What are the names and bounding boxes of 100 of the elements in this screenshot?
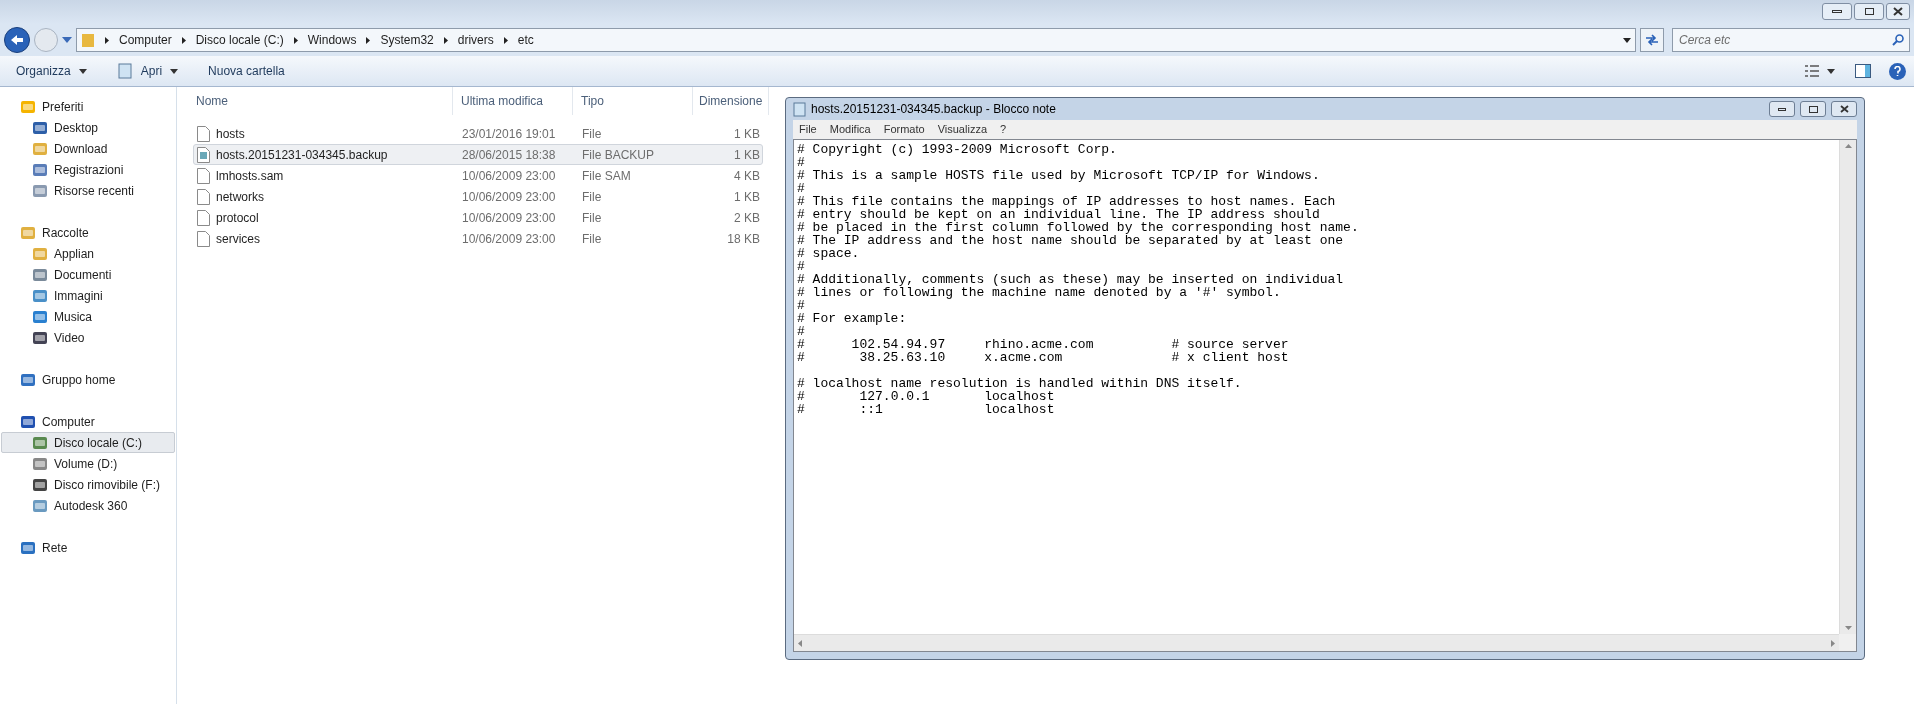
item-icon — [32, 434, 48, 451]
breadcrumb-item[interactable]: Windows — [307, 31, 357, 49]
file-row[interactable]: protocol 10/06/2009 23:00 File 2 KB — [193, 207, 763, 228]
scroll-right-icon — [1831, 639, 1835, 647]
file-row[interactable]: services 10/06/2009 23:00 File 18 KB — [193, 228, 763, 249]
search-field[interactable]: Cerca etc — [1672, 28, 1910, 52]
item-icon — [32, 140, 48, 157]
group-label: Preferiti — [42, 98, 84, 116]
group-label: Gruppo home — [42, 371, 116, 389]
file-row[interactable]: hosts 23/01/2016 19:01 File 1 KB — [193, 123, 763, 144]
minimize-button[interactable] — [1822, 3, 1852, 20]
group-label: Raccolte — [42, 224, 89, 242]
sidebar-item[interactable]: Disco rimovibile (F:) — [1, 474, 175, 495]
sidebar-item[interactable]: Volume (D:) — [1, 453, 175, 474]
file-row[interactable]: hosts.20151231-034345.backup 28/06/2015 18:38 File BACKUP 1 KB — [193, 144, 763, 165]
restore-button[interactable] — [1854, 3, 1884, 20]
chevron-right-icon — [503, 36, 508, 44]
sidebar-item[interactable]: Desktop — [1, 117, 175, 138]
toolbar-button[interactable]: Nuova cartella — [208, 62, 285, 80]
document-icon — [197, 167, 210, 184]
scroll-down-icon — [1844, 626, 1852, 630]
column-header[interactable]: Dimensione — [693, 87, 769, 115]
column-header[interactable]: Ultima modifica — [453, 87, 573, 115]
column-header[interactable]: Nome — [193, 87, 453, 115]
toolbar-button[interactable]: Apri — [116, 62, 179, 80]
document-icon — [197, 125, 210, 142]
toolbar-button[interactable]: Organizza — [16, 62, 87, 80]
item-icon — [32, 497, 48, 514]
notepad-icon — [116, 63, 133, 79]
breadcrumb-item[interactable]: Disco locale (C:) — [195, 31, 284, 49]
sidebar-item[interactable]: Disco locale (C:) — [1, 432, 175, 453]
group-icon — [20, 371, 36, 388]
size-cell-text: 2 KB — [733, 209, 760, 227]
breadcrumb-item[interactable]: etc — [517, 31, 534, 49]
item-icon — [32, 161, 48, 178]
sidebar-item[interactable]: Autodesk 360 — [1, 495, 175, 516]
sidebar-group-header[interactable]: Raccolte — [0, 222, 176, 243]
minimize-button[interactable] — [1769, 101, 1795, 117]
size-cell-text: 18 KB — [726, 230, 760, 248]
sidebar-group-header[interactable]: Preferiti — [0, 96, 176, 117]
modified-cell-text: 28/06/2015 18:38 — [461, 146, 557, 164]
refresh-button[interactable] — [1640, 28, 1664, 52]
sidebar-group-header[interactable]: Rete — [0, 537, 176, 558]
menu-item[interactable]: ? — [1000, 121, 1007, 138]
column-header[interactable]: Tipo — [573, 87, 693, 115]
file-name: hosts — [216, 125, 245, 143]
chevron-right-icon — [293, 36, 298, 44]
document-icon — [197, 146, 210, 163]
menu-item[interactable]: File — [799, 121, 817, 138]
sidebar-item[interactable]: Applian — [1, 243, 175, 264]
document-icon — [197, 188, 210, 205]
file-name: services — [216, 230, 260, 248]
text-content: # Copyright (c) 1993-2009 Microsoft Corp. # # This is a sample HOSTS file used by Microsoft TCP/IP for Windows. # # This file contains the mappings of IP addresses to host names. Each # entry should be kept on an individual line. The IP address should # be placed in the first column followed by the corresponding host name. # The IP address and the host name should be separated by at least one # space. # # Additionally, comments (such as these) may be inserted on individual # lines or following the machine name denoted by a '#' symbol. # # For example: # # 102.54.94.97 rhino.acme.com # source server # 38.25.63.10 x.acme.com # x client host # localhost name resolution is handled within DNS itself. # 127.0.0.1 localhost # ::1 localhost — [796, 141, 1360, 419]
type-cell-text: File — [581, 230, 603, 248]
sidebar-item[interactable]: Registrazioni — [1, 159, 175, 180]
group-label: Computer — [42, 413, 95, 431]
sidebar-item[interactable]: Immagini — [1, 285, 175, 306]
list-view-icon — [1805, 65, 1819, 77]
sidebar-item[interactable]: Video — [1, 327, 175, 348]
type-cell-text: File — [581, 188, 603, 206]
scroll-left-icon — [798, 639, 802, 647]
close-button[interactable] — [1886, 3, 1910, 20]
back-button[interactable] — [4, 27, 30, 53]
item-icon — [32, 119, 48, 136]
item-icon — [32, 245, 48, 262]
menu-item[interactable]: Visualizza — [937, 121, 987, 138]
address-field[interactable]: Computer Disco locale (C:) Windows System32 drivers etc — [76, 28, 1636, 52]
sidebar-group-header[interactable]: Gruppo home — [0, 369, 176, 390]
caret-icon — [170, 68, 179, 74]
file-row[interactable]: networks 10/06/2009 23:00 File 1 KB — [193, 186, 763, 207]
file-row[interactable]: lmhosts.sam 10/06/2009 23:00 File SAM 4 KB — [193, 165, 763, 186]
item-icon — [32, 308, 48, 325]
breadcrumb-item[interactable]: drivers — [457, 31, 494, 49]
close-button[interactable] — [1831, 101, 1857, 117]
close-icon — [1893, 7, 1903, 16]
sidebar-item[interactable]: Musica — [1, 306, 175, 327]
help-button[interactable] — [1889, 62, 1906, 80]
breadcrumb-item[interactable]: System32 — [380, 31, 434, 49]
group-icon — [20, 224, 36, 241]
view-options-button[interactable] — [1805, 65, 1835, 77]
file-name: protocol — [216, 209, 259, 227]
sidebar-group-header[interactable]: Computer — [0, 411, 176, 432]
caret-icon — [1827, 68, 1835, 74]
menu-item[interactable]: Formato — [883, 121, 925, 138]
menu-item[interactable]: Modifica — [829, 121, 871, 138]
size-cell-text: 1 KB — [733, 125, 760, 143]
item-icon — [32, 182, 48, 199]
window-title: hosts.20151231-034345.backup - Blocco note — [811, 101, 1056, 118]
history-caret-icon — [62, 37, 72, 43]
maximize-button[interactable] — [1800, 101, 1826, 117]
item-icon — [32, 476, 48, 493]
sidebar-item[interactable]: Risorse recenti — [1, 180, 175, 201]
preview-pane-button[interactable] — [1855, 64, 1871, 78]
group-label: Rete — [42, 539, 68, 557]
refresh-arrows-icon — [1645, 34, 1659, 46]
sidebar-item[interactable]: Documenti — [1, 264, 175, 285]
sidebar-item[interactable]: Download — [1, 138, 175, 159]
file-name: networks — [216, 188, 265, 206]
breadcrumb-item[interactable]: Computer — [119, 31, 172, 49]
size-cell-text: 1 KB — [733, 146, 760, 164]
